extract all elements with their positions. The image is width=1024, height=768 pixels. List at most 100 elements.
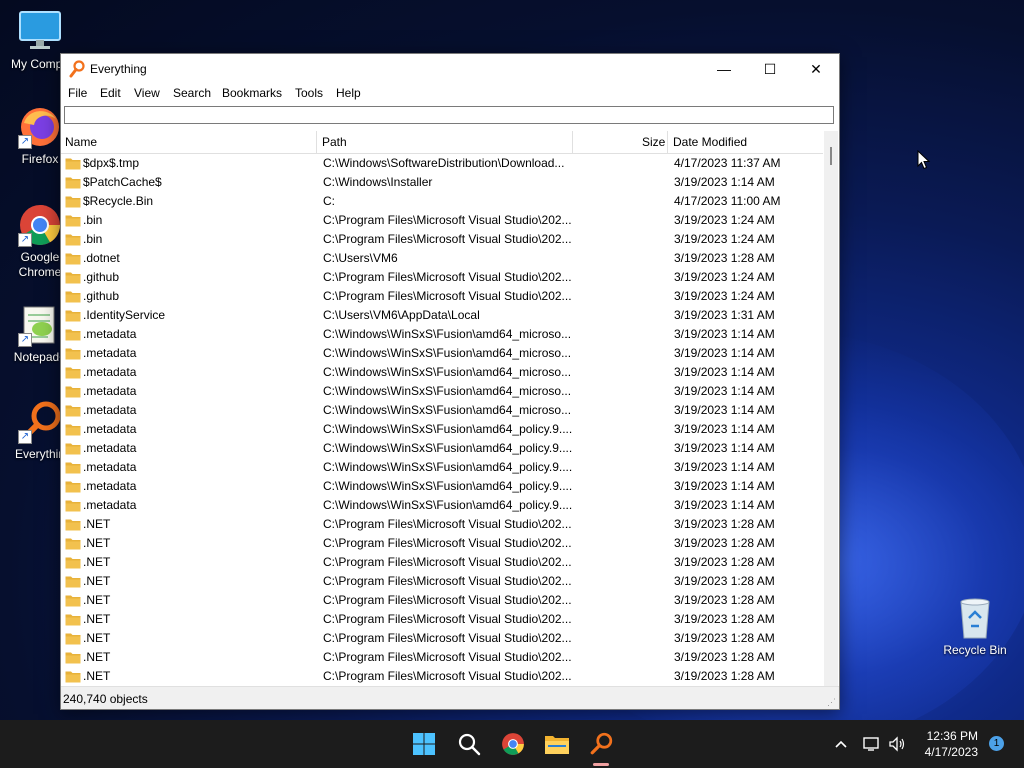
table-row[interactable]: $dpx$.tmp C:\Windows\SoftwareDistribution… xyxy=(61,154,823,173)
table-row[interactable]: .IdentityService C:\Users\VM6\AppData\Loc… xyxy=(61,306,823,325)
folder-icon xyxy=(65,272,81,284)
column-date-modified[interactable]: Date Modified xyxy=(673,131,747,153)
table-row[interactable]: .NET C:\Program Files\Microsoft Visual St… xyxy=(61,515,823,534)
file-path: C:\Windows\WinSxS\Fusion\amd64_microso..… xyxy=(323,403,572,417)
table-row[interactable]: .NET C:\Program Files\Microsoft Visual St… xyxy=(61,648,823,667)
file-name: .bin xyxy=(83,213,103,227)
file-name: $Recycle.Bin xyxy=(83,194,154,208)
table-row[interactable]: .NET C:\Program Files\Microsoft Visual St… xyxy=(61,610,823,629)
file-date-modified: 3/19/2023 1:14 AM xyxy=(674,175,775,189)
file-path: C:\Program Files\Microsoft Visual Studio… xyxy=(323,270,572,284)
file-name: .metadata xyxy=(83,346,137,360)
file-name: $dpx$.tmp xyxy=(83,156,140,170)
file-name: .IdentityService xyxy=(83,308,166,322)
table-row[interactable]: .metadata C:\Windows\WinSxS\Fusion\amd64_… xyxy=(61,325,823,344)
file-path: C:\Users\VM6\AppData\Local xyxy=(323,308,480,322)
column-separator[interactable] xyxy=(316,131,317,153)
file-path: C:\Users\VM6 xyxy=(323,251,398,265)
column-path[interactable]: Path xyxy=(322,131,347,153)
column-name[interactable]: Name xyxy=(65,131,97,153)
file-name: .NET xyxy=(83,593,111,607)
start-button[interactable] xyxy=(406,726,442,762)
menu-search[interactable]: Search xyxy=(173,86,211,100)
table-row[interactable]: .metadata C:\Windows\WinSxS\Fusion\amd64_… xyxy=(61,401,823,420)
file-date-modified: 3/19/2023 1:28 AM xyxy=(674,574,775,588)
taskbar-file-explorer-button[interactable] xyxy=(539,726,575,762)
taskbar-chrome-button[interactable] xyxy=(495,726,531,762)
menu-file[interactable]: File xyxy=(68,86,87,100)
table-row[interactable]: .github C:\Program Files\Microsoft Visual… xyxy=(61,287,823,306)
object-count: 240,740 objects xyxy=(63,692,148,706)
table-row[interactable]: .metadata C:\Windows\WinSxS\Fusion\amd64_… xyxy=(61,477,823,496)
folder-icon xyxy=(65,652,81,664)
show-hidden-icons-button[interactable] xyxy=(831,734,851,754)
menu-tools[interactable]: Tools xyxy=(295,86,323,100)
menu-bar: File Edit View Search Bookmarks Tools He… xyxy=(61,84,839,104)
taskbar-search-button[interactable] xyxy=(451,726,487,762)
table-row[interactable]: .NET C:\Program Files\Microsoft Visual St… xyxy=(61,553,823,572)
resize-grip-icon[interactable]: ⋰ xyxy=(827,697,837,707)
close-button[interactable]: ✕ xyxy=(793,54,839,84)
file-name: .metadata xyxy=(83,460,137,474)
table-row[interactable]: .NET C:\Program Files\Microsoft Visual St… xyxy=(61,591,823,610)
table-row[interactable]: .metadata C:\Windows\WinSxS\Fusion\amd64_… xyxy=(61,458,823,477)
column-separator[interactable] xyxy=(667,131,668,153)
menu-view[interactable]: View xyxy=(134,86,160,100)
desktop-icon-recycle-bin[interactable]: Recycle Bin xyxy=(935,596,1015,657)
table-row[interactable]: .metadata C:\Windows\WinSxS\Fusion\amd64_… xyxy=(61,439,823,458)
table-row[interactable]: .metadata C:\Windows\WinSxS\Fusion\amd64_… xyxy=(61,382,823,401)
maximize-button[interactable]: ☐ xyxy=(747,54,793,84)
file-path: C:\Windows\WinSxS\Fusion\amd64_policy.9.… xyxy=(323,498,573,512)
table-row[interactable]: .metadata C:\Windows\WinSxS\Fusion\amd64_… xyxy=(61,363,823,382)
table-row[interactable]: .NET C:\Program Files\Microsoft Visual St… xyxy=(61,667,823,686)
file-path: C:\Windows\WinSxS\Fusion\amd64_microso..… xyxy=(323,327,572,341)
table-row[interactable]: .metadata C:\Windows\WinSxS\Fusion\amd64_… xyxy=(61,496,823,515)
firefox-icon: ↗ xyxy=(18,105,62,149)
folder-icon xyxy=(65,177,81,189)
column-size[interactable]: Size xyxy=(642,131,665,153)
notification-badge[interactable]: 1 xyxy=(989,736,1004,751)
table-row[interactable]: .NET C:\Program Files\Microsoft Visual St… xyxy=(61,629,823,648)
table-row[interactable]: $Recycle.Bin C: 4/17/2023 11:00 AM xyxy=(61,192,823,211)
everything-icon xyxy=(590,732,613,755)
taskbar-everything-button[interactable] xyxy=(583,726,619,766)
network-button[interactable] xyxy=(862,734,882,754)
scrollbar-thumb[interactable] xyxy=(830,147,832,165)
folder-icon xyxy=(65,348,81,360)
file-name: .metadata xyxy=(83,479,137,493)
folder-icon xyxy=(65,158,81,170)
table-row[interactable]: $PatchCache$ C:\Windows\Installer 3/19/202… xyxy=(61,173,823,192)
menu-bookmarks[interactable]: Bookmarks xyxy=(222,86,282,100)
file-path: C:\Windows\WinSxS\Fusion\amd64_microso..… xyxy=(323,384,572,398)
file-date-modified: 3/19/2023 1:14 AM xyxy=(674,327,775,341)
vertical-scrollbar[interactable] xyxy=(824,131,838,686)
file-path: C:\Program Files\Microsoft Visual Studio… xyxy=(323,517,572,531)
file-path: C:\Program Files\Microsoft Visual Studio… xyxy=(323,213,572,227)
shortcut-arrow-icon: ↗ xyxy=(18,233,32,247)
table-row[interactable]: .dotnet C:\Users\VM6 3/19/2023 1:28 AM xyxy=(61,249,823,268)
title-bar[interactable]: Everything — ☐ ✕ xyxy=(61,54,839,84)
menu-edit[interactable]: Edit xyxy=(100,86,121,100)
file-name: .metadata xyxy=(83,403,137,417)
table-row[interactable]: .bin C:\Program Files\Microsoft Visual St… xyxy=(61,211,823,230)
table-row[interactable]: .NET C:\Program Files\Microsoft Visual St… xyxy=(61,534,823,553)
volume-button[interactable] xyxy=(887,734,907,754)
status-bar: 240,740 objects ⋰ xyxy=(61,686,839,709)
file-date-modified: 3/19/2023 1:28 AM xyxy=(674,669,775,683)
file-date-modified: 3/19/2023 1:28 AM xyxy=(674,536,775,550)
table-row[interactable]: .metadata C:\Windows\WinSxS\Fusion\amd64_… xyxy=(61,344,823,363)
clock[interactable]: 12:36 PM 4/17/2023 xyxy=(925,728,978,760)
table-row[interactable]: .metadata C:\Windows\WinSxS\Fusion\amd64_… xyxy=(61,420,823,439)
minimize-button[interactable]: — xyxy=(701,54,747,84)
table-row[interactable]: .github C:\Program Files\Microsoft Visual… xyxy=(61,268,823,287)
table-row[interactable]: .bin C:\Program Files\Microsoft Visual St… xyxy=(61,230,823,249)
file-path: C:\Windows\SoftwareDistribution\Download… xyxy=(323,156,565,170)
search-input[interactable] xyxy=(64,106,834,124)
menu-help[interactable]: Help xyxy=(336,86,361,100)
column-separator[interactable] xyxy=(572,131,573,153)
file-path: C: xyxy=(323,194,335,208)
file-path: C:\Program Files\Microsoft Visual Studio… xyxy=(323,574,572,588)
table-row[interactable]: .NET C:\Program Files\Microsoft Visual St… xyxy=(61,572,823,591)
everything-icon: ↗ xyxy=(18,400,62,444)
folder-icon xyxy=(65,291,81,303)
